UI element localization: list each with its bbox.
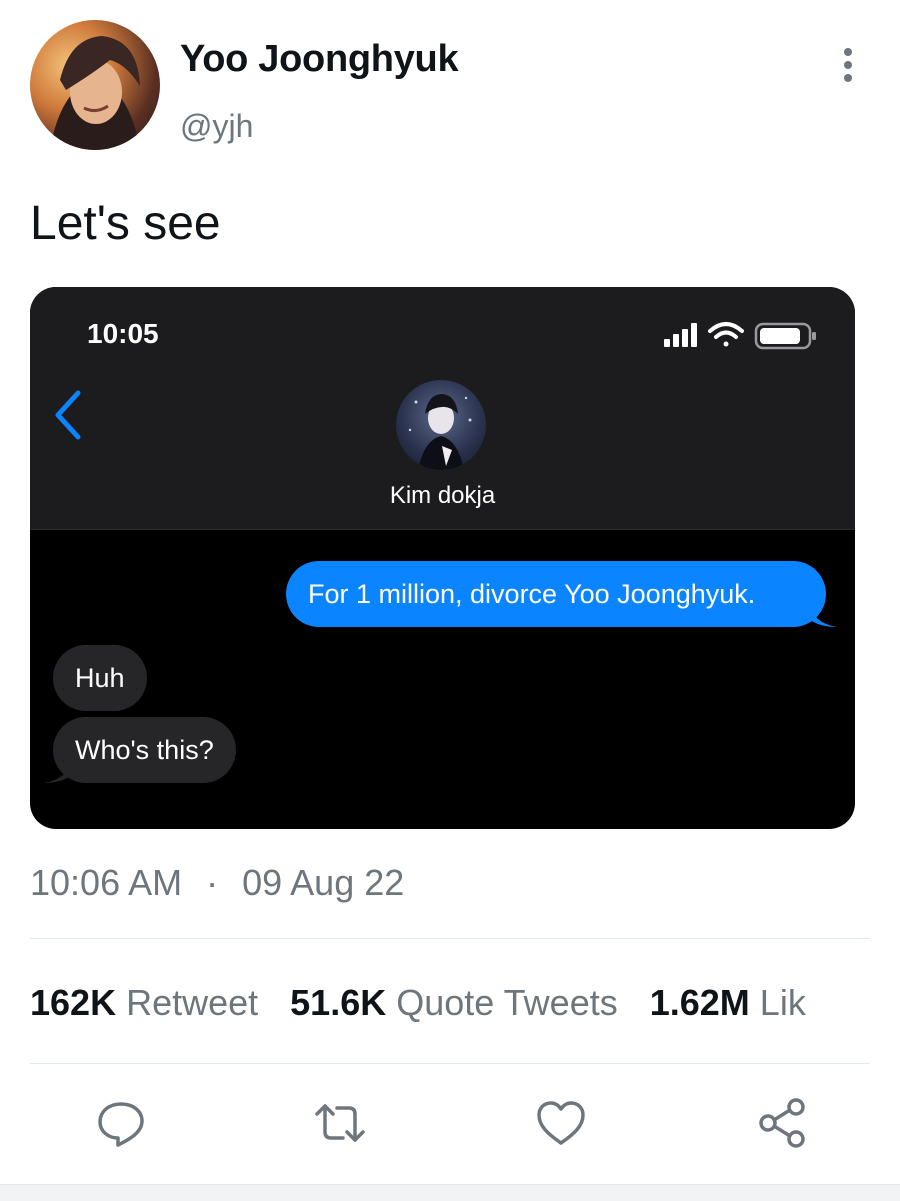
contact-avatar[interactable]: [396, 380, 486, 470]
message-incoming: Huh: [53, 645, 147, 711]
more-vertical-icon[interactable]: [828, 45, 868, 85]
share-icon[interactable]: [756, 1096, 810, 1150]
author-avatar[interactable]: [30, 20, 160, 150]
status-bar-clock: 10:05: [87, 318, 159, 349]
wifi-icon: [708, 322, 744, 347]
divider: [30, 1063, 870, 1064]
heart-icon[interactable]: [534, 1096, 588, 1150]
bubble-tail: [42, 759, 72, 785]
retweets-count: 162K: [30, 982, 117, 1023]
author-handle[interactable]: @yjh: [180, 108, 253, 145]
status-bar-icons: [658, 317, 820, 353]
separator-dot: ·: [206, 862, 219, 903]
reply-icon[interactable]: [94, 1096, 148, 1150]
contact-name: Kim dokja: [389, 482, 496, 509]
retweets-label: Retweet: [126, 982, 259, 1023]
tweet-date: 09 Aug 22: [242, 862, 405, 903]
divider: [30, 938, 870, 939]
bubble-tail: [809, 603, 839, 629]
quotes-label: Quote Tweets: [396, 982, 618, 1023]
retweet-icon[interactable]: [313, 1096, 367, 1150]
message-outgoing: For 1 million, divorce Yoo Joonghyuk.: [286, 561, 826, 627]
quotes-stat[interactable]: 51.6K Quote Tweets: [290, 982, 618, 1023]
tweet-timestamp[interactable]: 10:06 AM · 09 Aug 22: [30, 862, 404, 904]
message-incoming: Who's this?: [53, 717, 236, 783]
signal-icon: [664, 323, 697, 347]
likes-stat[interactable]: 1.62M Lik: [650, 982, 806, 1023]
tweet-media-image[interactable]: 10:05 Kim dokja For 1 million, divorce Y…: [30, 287, 855, 829]
battery-icon: [754, 322, 816, 350]
engagement-stats: 162K Retweet 51.6K Quote Tweets 1.62M Lik: [30, 982, 806, 1024]
bottom-divider: [0, 1184, 900, 1201]
retweets-stat[interactable]: 162K Retweet: [30, 982, 258, 1023]
likes-count: 1.62M: [649, 982, 750, 1023]
tweet-text: Let's see: [30, 197, 221, 250]
quotes-count: 51.6K: [290, 982, 387, 1023]
likes-label: Lik: [759, 982, 806, 1023]
author-name[interactable]: Yoo Joonghyuk: [180, 38, 459, 81]
tweet-time: 10:06 AM: [30, 862, 183, 903]
back-chevron-icon[interactable]: [48, 387, 88, 443]
